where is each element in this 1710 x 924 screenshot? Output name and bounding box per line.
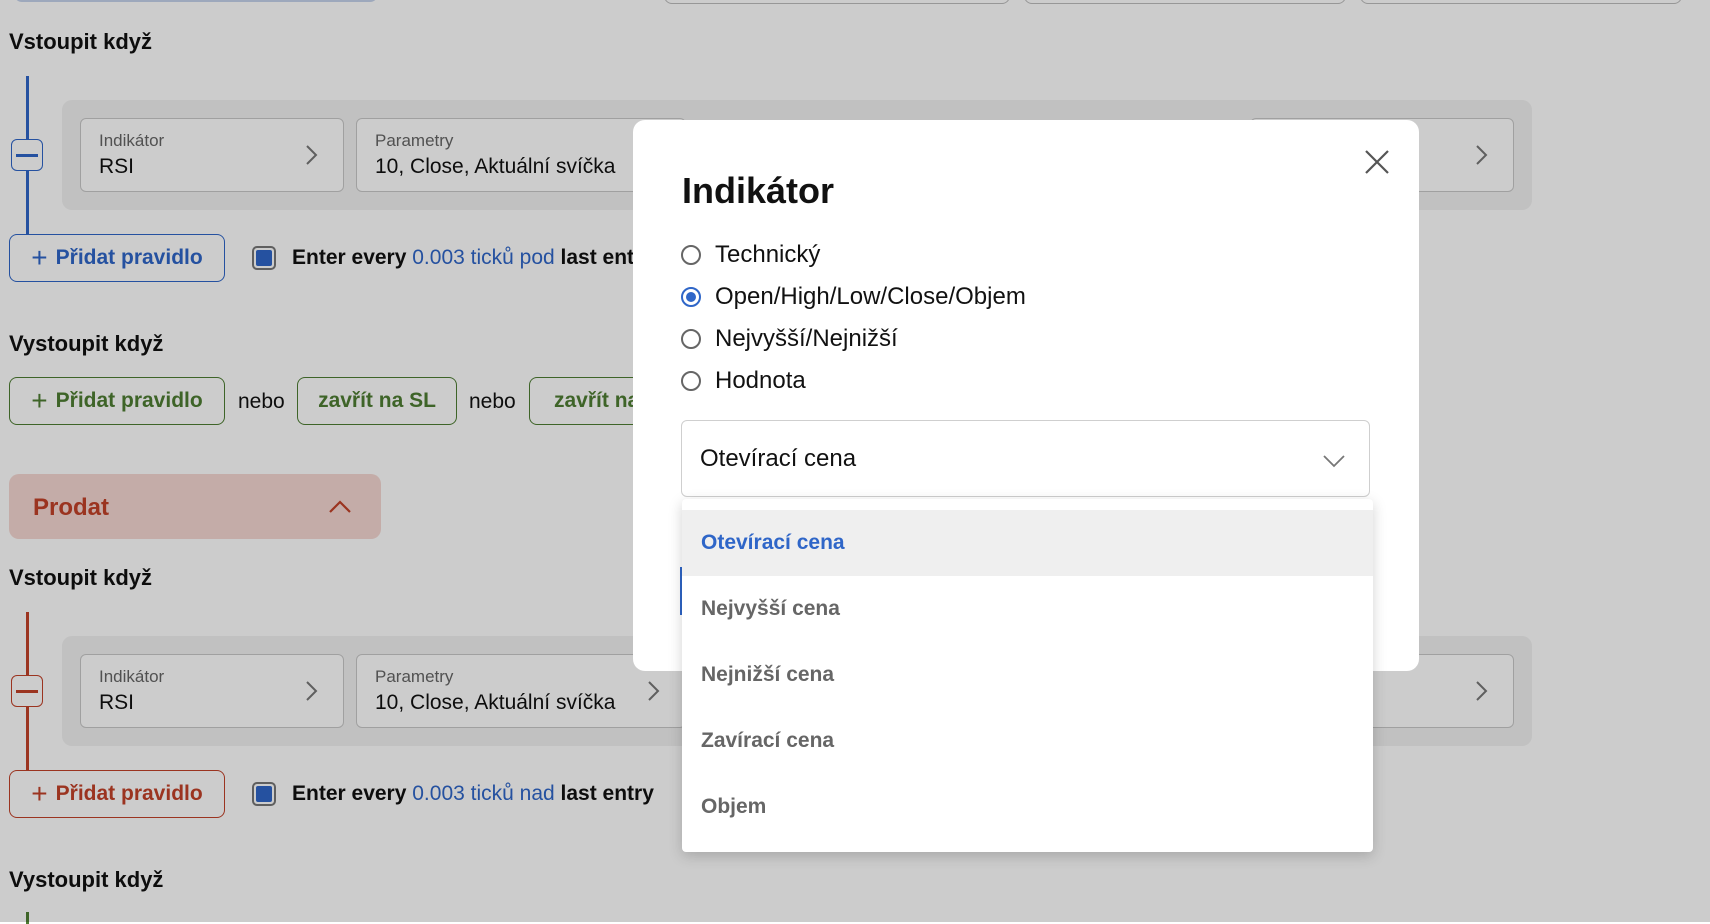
radio-label: Open/High/Low/Close/Objem	[715, 283, 1026, 310]
radio-circle[interactable]	[681, 371, 701, 391]
close-icon[interactable]	[1363, 148, 1391, 176]
dropdown-option[interactable]: Zavírací cena	[682, 708, 1373, 774]
radio-technical[interactable]: Technický	[681, 238, 820, 272]
price-type-select[interactable]: Otevírací cena	[681, 420, 1370, 497]
radio-circle[interactable]	[681, 329, 701, 349]
radio-circle[interactable]	[681, 245, 701, 265]
radio-ohlcv[interactable]: Open/High/Low/Close/Objem	[681, 280, 1026, 314]
price-type-dropdown: Otevírací cena Nejvyšší cena Nejnižší ce…	[682, 499, 1373, 852]
dropdown-option[interactable]: Nejvyšší cena	[682, 576, 1373, 642]
radio-label: Technický	[715, 241, 821, 268]
radio-label: Hodnota	[715, 367, 806, 394]
dropdown-option[interactable]: Otevírací cena	[682, 510, 1373, 576]
radio-highest-lowest[interactable]: Nejvyšší/Nejnižší	[681, 322, 898, 356]
dropdown-option[interactable]: Objem	[682, 774, 1373, 840]
radio-circle-checked[interactable]	[681, 287, 701, 307]
radio-dot	[686, 292, 696, 302]
select-value: Otevírací cena	[700, 445, 857, 472]
modal-title: Indikátor	[682, 170, 835, 211]
radio-label: Nejvyšší/Nejnižší	[715, 325, 898, 352]
dropdown-option[interactable]: Nejnižší cena	[682, 642, 1373, 708]
radio-value[interactable]: Hodnota	[681, 364, 806, 398]
chevron-down-icon	[1323, 455, 1345, 468]
